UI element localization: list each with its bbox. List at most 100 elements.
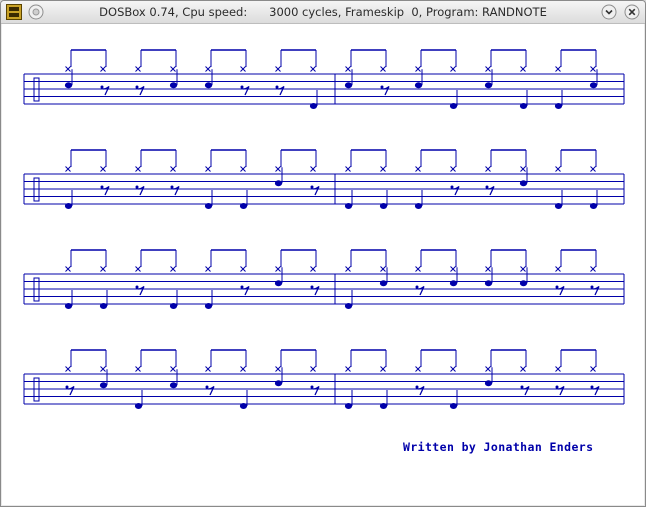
high-note — [274, 180, 283, 187]
bass-note — [344, 403, 353, 409]
snare-note — [484, 82, 493, 89]
hihat-note — [170, 366, 176, 372]
hihat-note — [590, 266, 596, 272]
rest-dot — [555, 285, 559, 289]
bass-note — [239, 403, 248, 409]
rest-dot — [205, 385, 209, 389]
bass-note — [379, 203, 388, 209]
hihat-note — [485, 66, 491, 72]
hihat-note — [275, 366, 281, 372]
hihat-note — [100, 366, 106, 372]
snare-note — [344, 82, 353, 89]
hihat-note — [345, 66, 351, 72]
hihat-note — [555, 266, 561, 272]
staff-system — [23, 149, 625, 209]
hihat-note — [100, 166, 106, 172]
bass-note — [519, 103, 528, 109]
hihat-note — [240, 366, 246, 372]
bass-note — [134, 403, 143, 409]
high-note — [484, 280, 493, 287]
hihat-note — [380, 166, 386, 172]
rest-dot — [240, 85, 244, 89]
hihat-note — [415, 166, 421, 172]
hihat-note — [520, 266, 526, 272]
staff-system — [23, 249, 625, 309]
hihat-note — [240, 266, 246, 272]
hihat-note — [135, 366, 141, 372]
title-bar[interactable]: DOSBox 0.74, Cpu speed: 3000 cycles, Fra… — [1, 1, 645, 24]
bass-note — [239, 203, 248, 209]
hihat-note — [520, 366, 526, 372]
hihat-note — [135, 166, 141, 172]
snare-note — [169, 82, 178, 89]
hihat-note — [450, 266, 456, 272]
staff-system — [23, 49, 625, 109]
hihat-note — [100, 66, 106, 72]
hihat-note — [310, 366, 316, 372]
hihat-note — [485, 166, 491, 172]
hihat-note — [205, 366, 211, 372]
high-note — [519, 180, 528, 187]
hihat-note — [310, 166, 316, 172]
high-note — [519, 280, 528, 287]
rest-dot — [100, 185, 104, 189]
rest-dot — [275, 85, 279, 89]
hihat-note — [415, 66, 421, 72]
hihat-note — [520, 66, 526, 72]
rest-dot — [590, 385, 594, 389]
hihat-note — [555, 66, 561, 72]
bass-note — [554, 103, 563, 109]
minimize-icon[interactable] — [601, 4, 617, 20]
hihat-note — [345, 366, 351, 372]
hihat-note — [555, 366, 561, 372]
rest-dot — [135, 185, 139, 189]
hihat-note — [520, 166, 526, 172]
dos-screen[interactable]: Written by Jonathan Enders — [2, 24, 644, 505]
high-note — [449, 280, 458, 287]
hihat-note — [275, 66, 281, 72]
hihat-note — [275, 166, 281, 172]
hihat-note — [205, 266, 211, 272]
high-note — [274, 280, 283, 287]
bass-note — [169, 303, 178, 309]
hihat-note — [485, 266, 491, 272]
rest-dot — [520, 385, 524, 389]
rest-dot — [310, 185, 314, 189]
hihat-note — [135, 266, 141, 272]
bass-note — [589, 203, 598, 209]
bass-note — [64, 203, 73, 209]
dosbox-window: DOSBox 0.74, Cpu speed: 3000 cycles, Fra… — [0, 0, 646, 507]
high-note — [379, 280, 388, 287]
staff-system — [23, 349, 625, 409]
hihat-note — [275, 266, 281, 272]
bass-note — [379, 403, 388, 409]
snare-note — [64, 82, 73, 89]
snare-note — [169, 382, 178, 389]
hihat-note — [415, 366, 421, 372]
hihat-note — [65, 66, 71, 72]
rest-dot — [135, 85, 139, 89]
author-credit: Written by Jonathan Enders — [403, 440, 594, 454]
rest-dot — [100, 85, 104, 89]
hihat-note — [450, 66, 456, 72]
hihat-note — [590, 66, 596, 72]
rest-dot — [170, 185, 174, 189]
bass-note — [344, 303, 353, 309]
rest-dot — [485, 185, 489, 189]
hihat-note — [240, 166, 246, 172]
hihat-note — [240, 66, 246, 72]
rest-dot — [415, 385, 419, 389]
hihat-note — [380, 366, 386, 372]
bass-note — [554, 203, 563, 209]
drum-score — [23, 49, 625, 409]
hihat-note — [450, 366, 456, 372]
close-icon[interactable] — [624, 4, 640, 20]
snare-note — [99, 382, 108, 389]
bass-note — [414, 203, 423, 209]
bass-note — [99, 303, 108, 309]
hihat-note — [65, 266, 71, 272]
hihat-note — [310, 266, 316, 272]
hihat-note — [590, 366, 596, 372]
bass-note — [204, 203, 213, 209]
hihat-note — [170, 66, 176, 72]
